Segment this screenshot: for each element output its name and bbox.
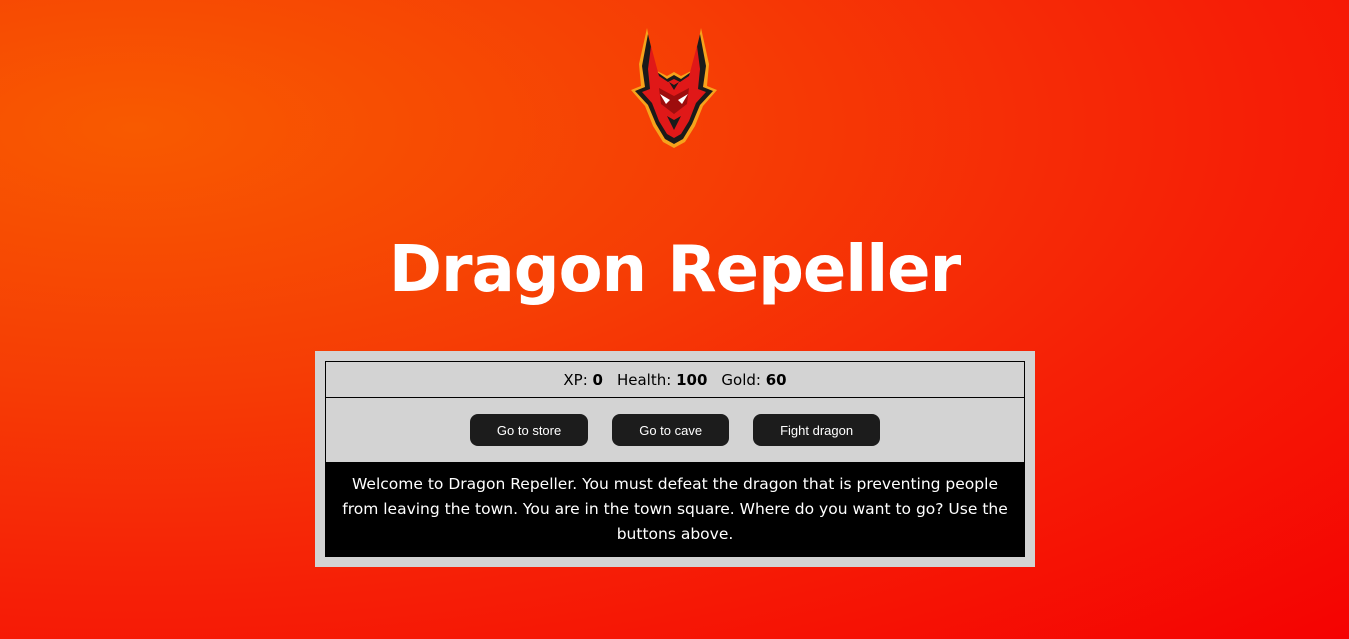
health-label: Health: — [616, 370, 672, 389]
health-stat: Health: 100 — [617, 371, 707, 389]
health-value: 100 — [676, 370, 708, 389]
xp-stat: XP: 0 — [563, 371, 603, 389]
gold-label: Gold: — [721, 370, 761, 389]
controls-bar: Go to store Go to cave Fight dragon — [325, 397, 1025, 462]
dragon-logo-icon — [629, 24, 719, 150]
go-to-cave-button[interactable]: Go to cave — [612, 414, 730, 446]
fight-dragon-button[interactable]: Fight dragon — [753, 414, 881, 446]
stats-bar: XP: 0 Health: 100 Gold: 60 — [325, 361, 1025, 398]
go-to-store-button[interactable]: Go to store — [469, 414, 589, 446]
gold-stat: Gold: 60 — [721, 371, 786, 389]
game-panel: XP: 0 Health: 100 Gold: 60 Go to store G… — [315, 351, 1035, 567]
gold-value: 60 — [765, 370, 787, 389]
xp-value: 0 — [592, 370, 603, 389]
page-title: Dragon Repeller — [388, 233, 961, 307]
xp-label: XP: — [563, 370, 588, 389]
story-text: Welcome to Dragon Repeller. You must def… — [325, 462, 1025, 557]
